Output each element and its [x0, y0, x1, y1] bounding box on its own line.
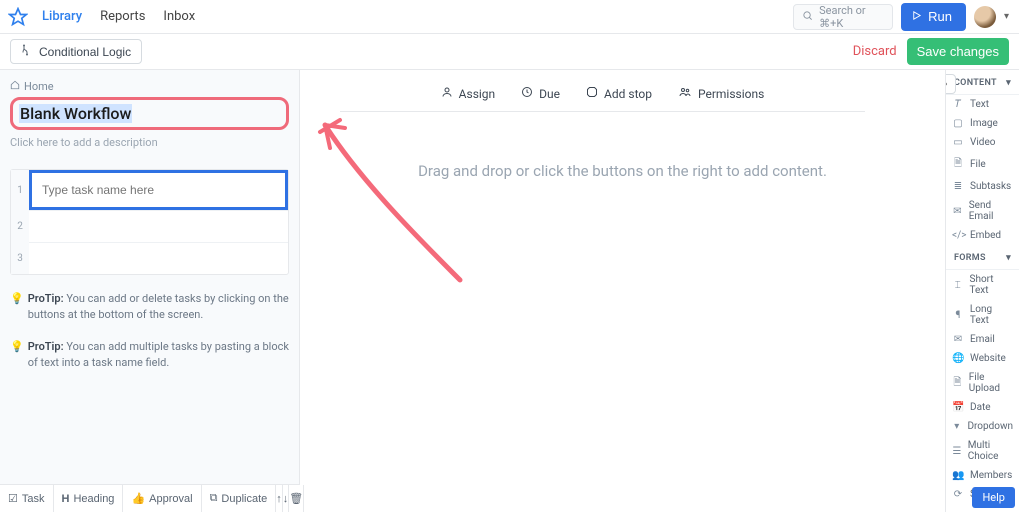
task-row-empty[interactable] [29, 210, 288, 242]
breadcrumb-home: Home [24, 80, 54, 93]
task-number: 2 [11, 210, 29, 242]
heading-icon: H [62, 493, 70, 505]
content-sendemail[interactable]: ✉Send Email [946, 196, 1019, 226]
arrow-up-icon: ↑ [276, 493, 282, 505]
form-multichoice[interactable]: ☰Multi Choice [946, 436, 1019, 466]
form-date[interactable]: 📅Date [946, 398, 1019, 417]
file-icon: 🗎 [952, 156, 964, 173]
bulb-icon: 💡 [10, 291, 24, 323]
duplicate-button[interactable]: ⧉Duplicate [202, 485, 277, 512]
conditional-label: Conditional Logic [39, 45, 131, 59]
list-icon: ≣ [952, 181, 964, 192]
form-members[interactable]: 👥Members [946, 466, 1019, 485]
mail-icon: ✉ [952, 206, 963, 217]
nav-inbox[interactable]: Inbox [163, 9, 195, 24]
thumbs-up-icon: 👍 [131, 492, 145, 505]
branch-icon [21, 44, 33, 59]
copy-icon: ⧉ [210, 492, 218, 505]
form-email[interactable]: ✉Email [946, 330, 1019, 349]
protip: 💡 ProTip: You can add multiple tasks by … [10, 339, 289, 371]
form-dropdown[interactable]: ▾Dropdown [946, 417, 1019, 436]
workflow-title-highlight: Blank Workflow [10, 97, 289, 130]
code-icon: </> [952, 230, 964, 241]
multichoice-icon: ☰ [952, 446, 962, 457]
calendar-icon: 📅 [952, 402, 964, 413]
avatar[interactable] [974, 6, 996, 28]
add-approval-button[interactable]: 👍Approval [123, 485, 201, 512]
upload-icon: 🗎 [952, 375, 963, 392]
protip: 💡 ProTip: You can add or delete tasks by… [10, 291, 289, 323]
task-toolbar: ☑Task HHeading 👍Approval ⧉Duplicate ↑ ↓ … [0, 484, 299, 512]
content-text[interactable]: 𝑇Text [946, 95, 1019, 114]
form-website[interactable]: 🌐Website [946, 349, 1019, 368]
forms-section-header[interactable]: FORMS▾ [946, 245, 1019, 270]
chevron-down-icon: ▾ [1006, 253, 1011, 263]
snippet-icon: ⟳ [952, 489, 964, 500]
chevron-down-icon[interactable]: ▾ [1004, 11, 1009, 22]
annotation-arrow [310, 110, 470, 290]
run-button[interactable]: Run [901, 3, 966, 31]
task-row-empty[interactable] [29, 242, 288, 274]
form-longtext[interactable]: ¶Long Text [946, 300, 1019, 330]
form-fileupload[interactable]: 🗎File Upload [946, 368, 1019, 398]
discard-button[interactable]: Discard [853, 44, 897, 59]
stop-icon [586, 86, 598, 101]
content-subtasks[interactable]: ≣Subtasks [946, 177, 1019, 196]
due-tab[interactable]: Due [521, 86, 560, 101]
home-icon [10, 80, 20, 93]
workflow-title[interactable]: Blank Workflow [19, 104, 132, 123]
nav-library[interactable]: Library [42, 9, 82, 24]
description-placeholder[interactable]: Click here to add a description [10, 136, 289, 149]
task-name-input[interactable] [38, 179, 279, 201]
permissions-tab[interactable]: Permissions [678, 86, 764, 101]
bulb-icon: 💡 [10, 339, 24, 371]
users-icon [678, 86, 692, 101]
form-shorttext[interactable]: ⌶Short Text [946, 270, 1019, 300]
text-icon: 𝑇 [952, 99, 964, 110]
dropdown-icon: ▾ [952, 421, 961, 432]
help-button[interactable]: Help [972, 487, 1015, 508]
content-image[interactable]: ▢Image [946, 114, 1019, 133]
shorttext-icon: ⌶ [952, 280, 964, 291]
mail-icon: ✉ [952, 334, 964, 345]
members-icon: 👥 [952, 470, 964, 481]
add-task-button[interactable]: ☑Task [0, 485, 54, 512]
chevron-down-icon: ▾ [1006, 78, 1011, 88]
arrow-down-icon: ↓ [283, 493, 289, 505]
task-number: 3 [11, 242, 29, 274]
search-placeholder: Search or ⌘+K [819, 4, 884, 30]
longtext-icon: ¶ [952, 310, 964, 321]
addstop-tab[interactable]: Add stop [586, 86, 652, 101]
conditional-logic-button[interactable]: Conditional Logic [10, 39, 142, 64]
content-section-header[interactable]: CONTENT▾ [946, 70, 1019, 95]
clock-icon [521, 86, 533, 101]
collapse-panel-button[interactable]: › [945, 74, 956, 94]
globe-icon: 🌐 [952, 353, 964, 364]
checkbox-icon: ☑ [8, 492, 18, 505]
search-icon [802, 10, 813, 24]
task-number: 1 [11, 170, 29, 210]
image-icon: ▢ [952, 118, 964, 129]
app-logo [4, 3, 32, 31]
empty-state-message: Drag and drop or click the buttons on th… [300, 162, 945, 180]
assign-tab[interactable]: Assign [441, 86, 496, 101]
play-icon [911, 9, 922, 24]
user-icon [441, 86, 453, 101]
content-file[interactable]: 🗎File [946, 152, 1019, 177]
run-label: Run [928, 9, 952, 24]
nav-reports[interactable]: Reports [100, 9, 145, 24]
task-list: 1 2 3 [10, 169, 289, 275]
add-heading-button[interactable]: HHeading [54, 485, 124, 512]
save-button[interactable]: Save changes [907, 38, 1009, 65]
content-video[interactable]: ▭Video [946, 133, 1019, 152]
breadcrumb[interactable]: Home [10, 80, 289, 93]
content-embed[interactable]: </>Embed [946, 226, 1019, 245]
search-input[interactable]: Search or ⌘+K [793, 4, 893, 30]
video-icon: ▭ [952, 137, 964, 148]
task-row-active[interactable] [29, 170, 288, 210]
